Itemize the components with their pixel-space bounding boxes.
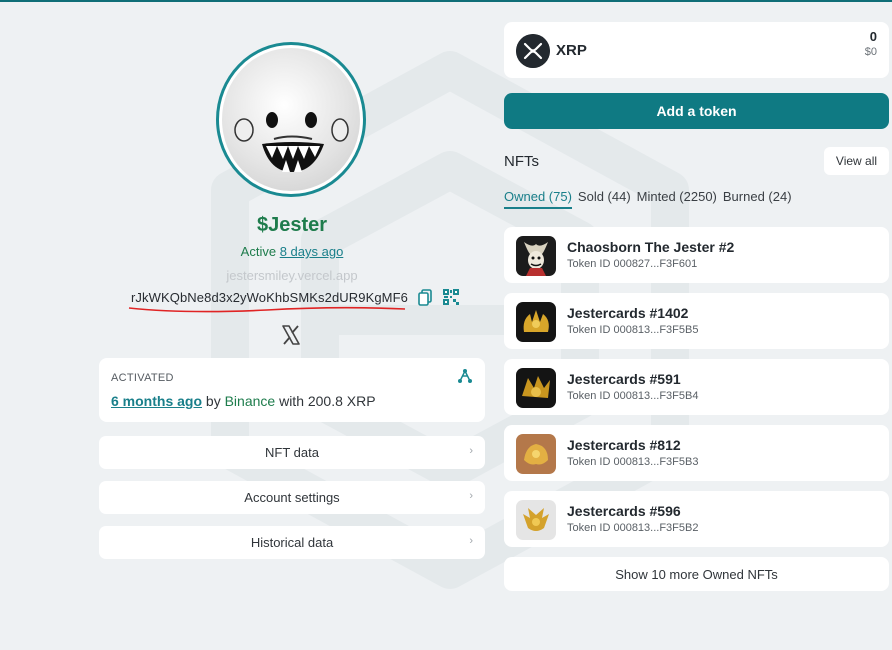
nft-name: Jestercards #591: [567, 371, 681, 387]
nft-token-id: Token ID 000813...F3F5B4: [567, 390, 699, 402]
nft-tabs: Owned (75) Sold (44) Minted (2250) Burne…: [504, 189, 792, 209]
profile-name: $Jester: [256, 214, 328, 236]
show-more-nfts-button[interactable]: Show 10 more Owned NFTs: [504, 557, 889, 591]
tab-burned[interactable]: Burned (24): [723, 189, 792, 209]
nft-thumbnail: [516, 434, 556, 474]
nft-name: Jestercards #812: [567, 437, 681, 453]
nft-name: Jestercards #596: [567, 503, 681, 519]
jester-card-image: [516, 500, 556, 540]
x-social-icon[interactable]: [280, 324, 302, 346]
jester-card-image: [516, 434, 556, 474]
accordion-label: NFT data: [265, 445, 319, 460]
nft-name: Chaosborn The Jester #2: [567, 239, 735, 255]
activated-card: ACTIVATED 6 months ago by Binance with 2…: [99, 358, 485, 422]
activity-status: Active 8 days ago: [99, 244, 485, 259]
jester-face-icon: [234, 112, 349, 172]
nft-thumbnail: [516, 500, 556, 540]
nft-token-id: Token ID 000813...F3F5B3: [567, 456, 699, 468]
nft-name: Jestercards #1402: [567, 305, 689, 321]
tab-sold[interactable]: Sold (44): [578, 189, 631, 209]
nft-list-item[interactable]: Jestercards #812 Token ID 000813...F3F5B…: [504, 425, 889, 481]
activated-details: 6 months ago by Binance with 200.8 XRP: [111, 393, 473, 409]
nfts-heading: NFTs: [504, 153, 539, 170]
status-word: Active: [240, 244, 277, 259]
activator-name[interactable]: Binance: [225, 393, 276, 409]
jester-card-image: [516, 302, 556, 342]
accordion-label: Historical data: [250, 535, 334, 550]
nft-token-id: Token ID 000813...F3F5B2: [567, 522, 699, 534]
nft-thumbnail: [516, 236, 556, 276]
currency-name: XRP: [556, 42, 587, 59]
xrp-logo-icon: [516, 34, 550, 68]
activated-amount: with 200.8 XRP: [279, 393, 376, 409]
activated-date-link[interactable]: 6 months ago: [111, 393, 202, 409]
nft-thumbnail: [516, 368, 556, 408]
tab-minted[interactable]: Minted (2250): [637, 189, 717, 209]
activated-label: ACTIVATED: [111, 372, 174, 384]
jester-card-image: [516, 368, 556, 408]
nft-list-item[interactable]: Jestercards #591 Token ID 000813...F3F5B…: [504, 359, 889, 415]
nft-token-id: Token ID 000813...F3F5B5: [567, 324, 699, 336]
avatar-image: [222, 48, 360, 191]
last-active-link[interactable]: 8 days ago: [280, 244, 344, 259]
nft-list-item[interactable]: Chaosborn The Jester #2 Token ID 000827.…: [504, 227, 889, 283]
account-settings-section[interactable]: Account settings ›: [99, 481, 485, 514]
avatar: [216, 42, 366, 197]
add-token-button[interactable]: Add a token: [504, 93, 889, 129]
accordion-label: Account settings: [244, 490, 340, 505]
nft-data-section[interactable]: NFT data ›: [99, 436, 485, 469]
jester-nft-image: [516, 236, 556, 276]
nft-token-id: Token ID 000827...F3F601: [567, 258, 698, 270]
address-underline-annotation: [128, 306, 406, 313]
view-all-button[interactable]: View all: [824, 147, 889, 175]
chevron-right-icon: ›: [469, 490, 473, 502]
activated-by-word: by: [205, 393, 221, 409]
xrp-balance-card[interactable]: XRP 0 $0: [504, 22, 889, 78]
nft-thumbnail: [516, 302, 556, 342]
nft-list-item[interactable]: Jestercards #1402 Token ID 000813...F3F5…: [504, 293, 889, 349]
currency-usd-value: $0: [864, 46, 877, 58]
historical-data-section[interactable]: Historical data ›: [99, 526, 485, 559]
account-address[interactable]: rJkWKQbNe8d3x2yWoKhbSMKs2dUR9KgMF6: [131, 290, 408, 305]
copy-icon[interactable]: [416, 288, 434, 306]
chevron-right-icon: ›: [469, 445, 473, 457]
top-accent-line: [0, 0, 892, 2]
domain-link[interactable]: jestersmiley.vercel.app: [99, 268, 485, 283]
tab-owned[interactable]: Owned (75): [504, 189, 572, 209]
nft-list-item[interactable]: Jestercards #596 Token ID 000813...F3F5B…: [504, 491, 889, 547]
graph-network-icon[interactable]: [457, 368, 473, 384]
chevron-right-icon: ›: [469, 535, 473, 547]
qr-code-icon[interactable]: [442, 288, 460, 306]
currency-amount: 0: [869, 29, 877, 44]
